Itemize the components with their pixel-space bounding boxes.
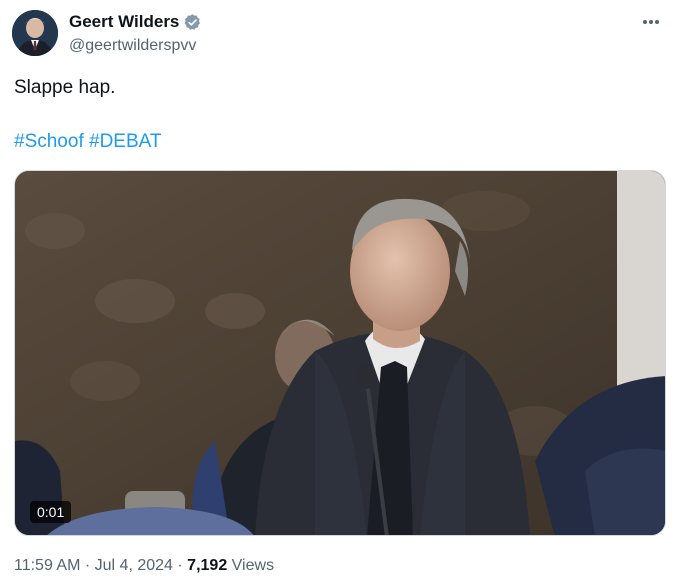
video-player[interactable]: 0:01 (14, 170, 666, 536)
tweet-text: Slappe hap. (14, 77, 116, 98)
hashtag-link[interactable]: #DEBAT (89, 131, 162, 152)
tweet-time[interactable]: 11:59 AM (14, 557, 80, 574)
tweet-date[interactable]: Jul 4, 2024 (95, 557, 173, 574)
hashtags: #Schoof #DEBAT (14, 131, 162, 153)
meta-separator: · (177, 557, 183, 574)
avatar[interactable] (12, 10, 58, 56)
views-label: Views (231, 557, 275, 574)
more-options-icon[interactable] (638, 12, 664, 32)
video-frame (15, 171, 665, 535)
profile-photo-icon (12, 10, 58, 56)
views-count[interactable]: 7,192 (187, 557, 227, 574)
more-dot (655, 20, 659, 24)
more-dot (649, 20, 653, 24)
more-dot (643, 20, 647, 24)
tweet-meta: 11:59 AM · Jul 4, 2024 · 7,192 Views (14, 557, 274, 575)
tweet-header: Geert Wilders @geertwilderspvv (12, 10, 668, 58)
display-name-row: Geert Wilders (69, 12, 202, 32)
hashtag-link[interactable]: #Schoof (14, 131, 84, 152)
meta-separator: · (84, 557, 91, 574)
author-handle[interactable]: @geertwilderspvv (69, 37, 202, 55)
video-timecode: 0:01 (30, 501, 72, 523)
tweet-card[interactable]: Geert Wilders @geertwilderspvv Slappe ha… (0, 0, 680, 584)
verified-badge-icon[interactable] (183, 13, 202, 32)
author-names: Geert Wilders @geertwilderspvv (69, 12, 202, 55)
display-name[interactable]: Geert Wilders (69, 12, 179, 32)
